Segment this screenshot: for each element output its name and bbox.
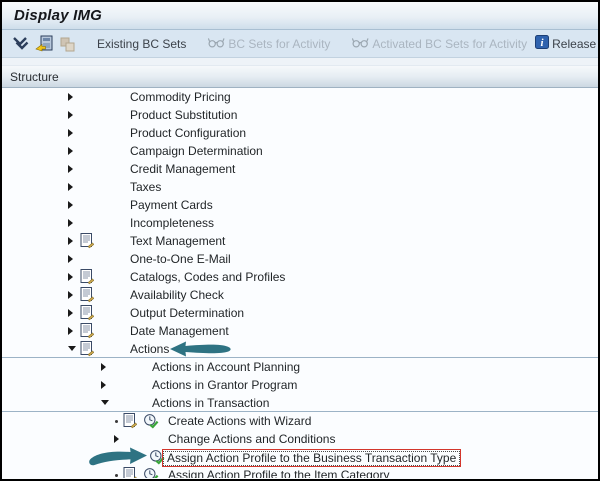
structure-header: Structure: [2, 66, 598, 88]
tree-item-label[interactable]: Credit Management: [130, 161, 235, 177]
tree-item-label[interactable]: Actions in Grantor Program: [152, 377, 297, 393]
expander-collapsed-icon[interactable]: [68, 111, 73, 119]
tree-row[interactable]: Actions in Account Planning: [2, 358, 598, 376]
bullet-icon: [115, 474, 118, 477]
tree-item-label[interactable]: Taxes: [130, 179, 161, 195]
tree-item-label[interactable]: Actions: [130, 341, 169, 357]
window: Display IMG Existing BC Sets: [0, 0, 600, 481]
release-button[interactable]: i Release: [531, 33, 600, 54]
tree-row[interactable]: Date Management: [2, 322, 598, 340]
tree-row[interactable]: Taxes: [2, 178, 598, 196]
glasses-icon: [352, 37, 369, 51]
expander-expanded-icon[interactable]: [68, 346, 76, 351]
focus-dotted-box: Assign Action Profile to the Business Tr…: [163, 451, 460, 466]
expander-expanded-icon[interactable]: [101, 400, 109, 405]
bc-sets-for-activity-button: BC Sets for Activity: [204, 35, 334, 53]
tree-item-label[interactable]: Payment Cards: [130, 197, 213, 213]
existing-bc-sets-button[interactable]: Existing BC Sets: [93, 35, 190, 53]
tree-row[interactable]: Actions: [2, 340, 598, 358]
tree-row[interactable]: Campaign Determination: [2, 142, 598, 160]
tree-item-label[interactable]: Assign Action Profile to the Item Catego…: [168, 467, 389, 478]
tree-item-label[interactable]: Campaign Determination: [130, 143, 263, 159]
copy-icon: [59, 33, 76, 55]
expander-collapsed-icon[interactable]: [68, 237, 73, 245]
tree-row[interactable]: Incompleteness: [2, 214, 598, 232]
tree-row[interactable]: Product Configuration: [2, 124, 598, 142]
tree-row[interactable]: Actions in Grantor Program: [2, 376, 598, 394]
tree-row[interactable]: Create Actions with Wizard: [2, 412, 598, 430]
structure-header-label: Structure: [10, 70, 59, 84]
spacer-strip: [2, 58, 598, 66]
tree-row[interactable]: Availability Check: [2, 286, 598, 304]
tree-row[interactable]: Catalogs, Codes and Profiles: [2, 268, 598, 286]
expander-collapsed-icon[interactable]: [68, 201, 73, 209]
tree-item-label[interactable]: Incompleteness: [130, 215, 214, 231]
expander-collapsed-icon[interactable]: [68, 129, 73, 137]
expander-collapsed-icon[interactable]: [68, 93, 73, 101]
tree-item-label[interactable]: Actions in Transaction: [152, 395, 269, 411]
page-title: Display IMG: [2, 7, 102, 24]
expander-collapsed-icon[interactable]: [68, 273, 73, 281]
tree-item-label[interactable]: Create Actions with Wizard: [168, 413, 311, 429]
expander-collapsed-icon[interactable]: [68, 327, 73, 335]
tree-item-label[interactable]: Actions in Account Planning: [152, 359, 300, 375]
expander-collapsed-icon[interactable]: [68, 255, 73, 263]
tree-item-label[interactable]: Product Configuration: [130, 125, 246, 141]
tree-row[interactable]: One-to-One E-Mail: [2, 250, 598, 268]
tree-item-label[interactable]: Output Determination: [130, 305, 244, 321]
expander-collapsed-icon[interactable]: [68, 165, 73, 173]
toolbar: Existing BC Sets BC Sets for Activity: [2, 30, 598, 58]
tree-row[interactable]: Credit Management: [2, 160, 598, 178]
expander-collapsed-icon[interactable]: [68, 291, 73, 299]
expander-collapsed-icon[interactable]: [101, 381, 106, 389]
tree-item-label[interactable]: Catalogs, Codes and Profiles: [130, 269, 285, 285]
info-icon: i: [535, 35, 549, 52]
tree-row[interactable]: Payment Cards: [2, 196, 598, 214]
tree-row[interactable]: Assign Action Profile to the Business Tr…: [2, 448, 598, 466]
tree-row[interactable]: Commodity Pricing: [2, 88, 598, 106]
button-label: Release: [552, 37, 596, 51]
tree-item-label[interactable]: One-to-One E-Mail: [130, 251, 231, 267]
button-label: Activated BC Sets for Activity: [372, 37, 527, 51]
tree-item-label[interactable]: Text Management: [130, 233, 225, 249]
display-structure-icon[interactable]: [35, 33, 54, 55]
tree: Commodity Pricing Product Substitution Pro…: [2, 88, 598, 478]
expander-collapsed-icon[interactable]: [114, 435, 119, 443]
activated-bc-sets-for-activity-button: Activated BC Sets for Activity: [348, 35, 531, 53]
tree-row[interactable]: Actions in Transaction: [2, 394, 598, 412]
tree-row[interactable]: Product Substitution: [2, 106, 598, 124]
button-label: BC Sets for Activity: [228, 37, 330, 51]
expander-collapsed-icon[interactable]: [68, 147, 73, 155]
tree-item-label[interactable]: Date Management: [130, 323, 229, 339]
expander-collapsed-icon[interactable]: [68, 183, 73, 191]
tree-item-label[interactable]: Change Actions and Conditions: [168, 431, 335, 447]
expander-collapsed-icon[interactable]: [101, 363, 106, 371]
highlight-red-box: Assign Action Profile to the Business Tr…: [162, 449, 461, 467]
tree-row[interactable]: Output Determination: [2, 304, 598, 322]
annotation-arrow-right: [88, 446, 148, 471]
expander-collapsed-icon[interactable]: [68, 309, 73, 317]
expander-collapsed-icon[interactable]: [68, 219, 73, 227]
tree-item-label[interactable]: Commodity Pricing: [130, 89, 231, 105]
bullet-icon: [115, 420, 118, 423]
tree-item-label[interactable]: Availability Check: [130, 287, 224, 303]
glasses-icon: [208, 37, 225, 51]
tree-item-label[interactable]: Product Substitution: [130, 107, 237, 123]
tree-row[interactable]: Text Management: [2, 232, 598, 250]
tree-item-label[interactable]: Assign Action Profile to the Business Tr…: [162, 449, 461, 467]
titlebar: Display IMG: [2, 2, 598, 30]
choose-icon[interactable]: [12, 33, 30, 55]
